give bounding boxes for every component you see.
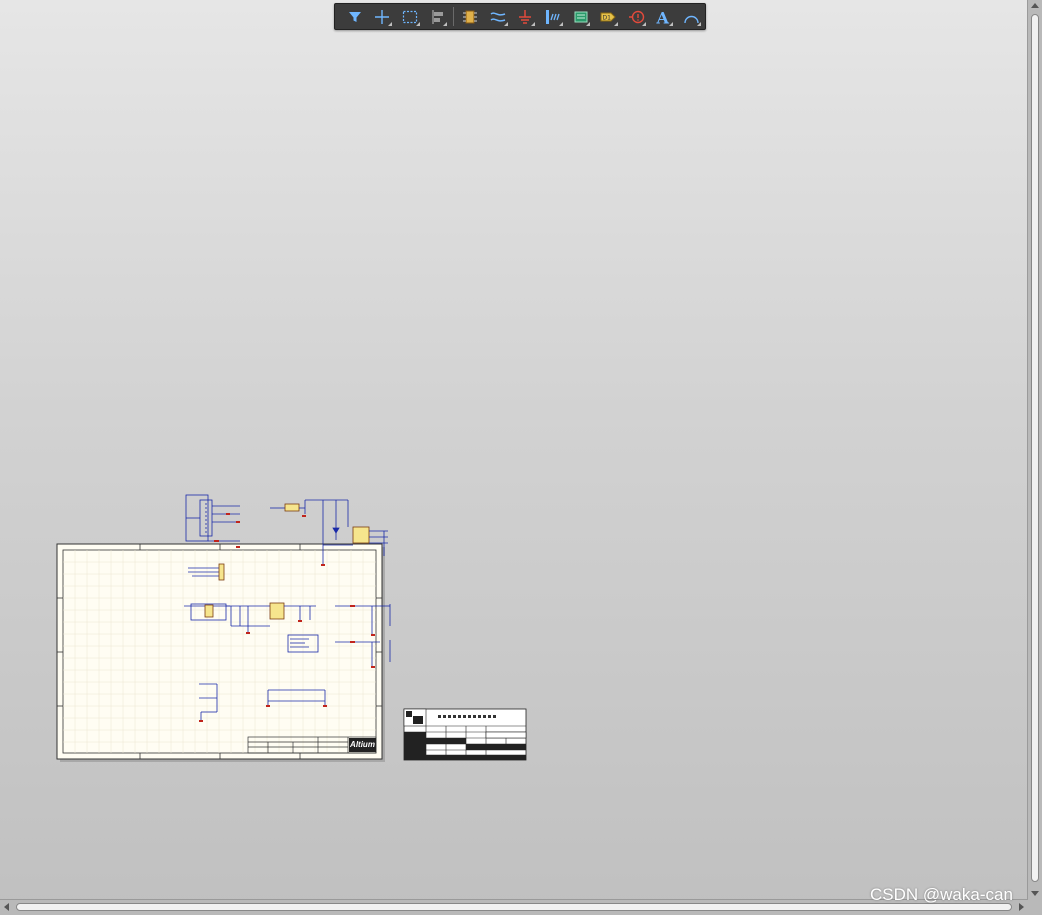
- harness-button[interactable]: [539, 4, 567, 29]
- directive-button[interactable]: [622, 4, 650, 29]
- align-button[interactable]: [424, 4, 452, 29]
- vertical-scrollbar[interactable]: [1027, 0, 1042, 900]
- place-part-button[interactable]: [456, 4, 484, 29]
- horizontal-scroll-thumb[interactable]: [16, 903, 1012, 911]
- scroll-left-icon[interactable]: [4, 903, 9, 911]
- select-button[interactable]: [396, 4, 424, 29]
- watermark: CSDN @waka-can: [870, 885, 1013, 904]
- svg-text:D1: D1: [603, 14, 612, 21]
- schematic-drawing[interactable]: [0, 0, 1028, 898]
- scroll-right-icon[interactable]: [1019, 903, 1024, 911]
- wire-button[interactable]: [484, 4, 512, 29]
- scrollbar-corner: [1028, 900, 1042, 915]
- arc-button[interactable]: [677, 4, 705, 29]
- schematic-canvas[interactable]: Altium: [0, 0, 1028, 898]
- power-port-button[interactable]: [512, 4, 540, 29]
- toolbar-separator: [453, 7, 455, 26]
- filter-icon: [348, 11, 361, 22]
- scroll-up-icon[interactable]: [1031, 3, 1039, 8]
- filter-button[interactable]: [341, 4, 369, 29]
- sheet-symbol-button[interactable]: [567, 4, 595, 29]
- title-block-template: [403, 708, 527, 761]
- component-icon: [463, 10, 478, 23]
- altium-logo: Altium: [350, 740, 375, 749]
- move-button[interactable]: [369, 4, 397, 29]
- text-button[interactable]: A: [650, 4, 678, 29]
- vertical-scroll-thumb[interactable]: [1031, 14, 1039, 882]
- svg-text:A: A: [656, 8, 670, 26]
- active-bar-toolbar: D1 A: [334, 3, 706, 30]
- scroll-down-icon[interactable]: [1031, 891, 1039, 896]
- port-button[interactable]: D1: [594, 4, 622, 29]
